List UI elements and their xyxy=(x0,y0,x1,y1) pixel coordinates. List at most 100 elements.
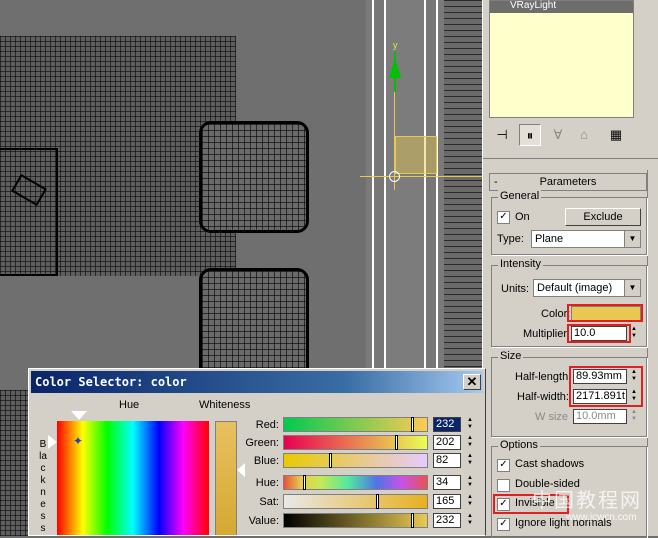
color-label: Color: xyxy=(541,308,571,320)
watermark-text: 中国教程网 xyxy=(532,488,642,512)
value-label: Value: xyxy=(248,515,279,527)
exclude-button[interactable]: Exclude xyxy=(565,208,641,226)
close-icon[interactable]: ✕ xyxy=(463,374,481,390)
object-list[interactable]: VRayLight xyxy=(489,0,634,118)
multiplier-field[interactable]: 10.0 xyxy=(571,326,627,341)
parameters-rollout-header[interactable]: - Parameters xyxy=(489,173,647,191)
size-label: Size xyxy=(498,350,524,362)
make-unique-icon[interactable]: ∀ xyxy=(547,124,569,146)
sat-field[interactable]: 165 xyxy=(433,494,461,509)
hue-label: Hue: xyxy=(255,477,279,489)
half-length-value: 89.93mm xyxy=(576,370,622,382)
picker-cursor-icon: ✦ xyxy=(73,434,84,448)
vraylight-plane[interactable] xyxy=(395,136,437,174)
pivot-circle xyxy=(389,171,400,182)
configure-modifier-sets-icon[interactable]: ▦ xyxy=(605,124,627,146)
red-field[interactable]: 232 xyxy=(433,417,461,432)
blackness-label: Blackness xyxy=(39,439,49,535)
sat-spinner[interactable]: ▲ ▼ xyxy=(465,494,475,509)
type-label: Type: xyxy=(497,233,524,245)
color-swatch[interactable] xyxy=(571,306,641,322)
multiplier-label: Multiplier: xyxy=(523,328,571,340)
whiteness-header: Whiteness xyxy=(199,399,251,411)
half-length-field[interactable]: 89.93mm xyxy=(573,369,627,384)
red-slider[interactable] xyxy=(283,417,428,432)
red-label: Red: xyxy=(255,419,279,431)
on-checkbox[interactable]: ✓ xyxy=(497,211,510,224)
value-field[interactable]: 232 xyxy=(433,513,461,528)
half-width-spinner[interactable]: ▲ ▼ xyxy=(629,389,639,404)
show-end-result-icon[interactable]: ⏸ xyxy=(519,124,541,146)
units-dropdown[interactable]: Default (image) ▼ xyxy=(533,279,641,297)
move-gizmo-arrow[interactable] xyxy=(389,58,401,78)
axis-label-y: y xyxy=(393,40,398,50)
blue-label: Blue: xyxy=(253,455,279,467)
remove-modifier-icon[interactable]: ⌂ xyxy=(573,124,595,146)
hue-slider[interactable] xyxy=(283,475,428,490)
rollout-title: Parameters xyxy=(539,176,597,188)
general-label: General xyxy=(498,190,542,202)
value-slider[interactable] xyxy=(283,513,428,528)
hue-field[interactable]: 34 xyxy=(433,475,461,490)
red-thumb[interactable] xyxy=(411,417,414,432)
value-spinner[interactable]: ▲ ▼ xyxy=(465,513,475,528)
dialog-title: Color Selector: color xyxy=(35,375,187,389)
wireframe-pad-lower xyxy=(199,268,309,380)
hue-spinner[interactable]: ▲ ▼ xyxy=(465,475,475,490)
blue-spinner[interactable]: ▲ ▼ xyxy=(465,453,475,468)
ignore-light-normals-checkbox[interactable]: ✓ xyxy=(497,518,510,531)
on-label: On xyxy=(515,211,530,223)
blue-thumb[interactable] xyxy=(329,453,332,468)
invisible-checkbox[interactable]: ✓ xyxy=(497,498,510,511)
room-outline xyxy=(0,148,58,276)
green-field[interactable]: 202 xyxy=(433,435,461,450)
wireframe-mesh-lower xyxy=(0,390,30,536)
hue-pointer-icon xyxy=(71,411,87,420)
red-spinner[interactable]: ▲ ▼ xyxy=(465,417,475,432)
whiteness-bar[interactable] xyxy=(215,421,237,535)
type-value: Plane xyxy=(535,233,564,245)
cast-shadows-checkbox[interactable]: ✓ xyxy=(497,459,510,472)
value-thumb[interactable] xyxy=(411,513,414,528)
double-sided-checkbox[interactable] xyxy=(497,479,510,492)
pin-stack-icon[interactable]: ⊣ xyxy=(491,124,513,146)
units-label: Units: xyxy=(501,283,530,295)
crosshair-horizontal xyxy=(360,176,482,177)
green-slider[interactable] xyxy=(283,435,428,450)
chevron-down-icon: ▼ xyxy=(624,280,640,296)
half-width-value: 2171.891t xyxy=(576,390,625,402)
multiplier-value: 10.0 xyxy=(574,327,596,339)
panel-toolbar: ⊣ ⏸ ∀ ⌂ ▦ xyxy=(489,124,653,146)
blackness-text: Blackness xyxy=(39,439,47,534)
rollout-scrollbar[interactable] xyxy=(647,170,658,536)
options-label: Options xyxy=(498,439,540,451)
blue-slider[interactable] xyxy=(283,453,428,468)
w-size-label: W size xyxy=(535,411,568,423)
w-size-value: 10.0mm xyxy=(576,410,616,422)
rollout-toggle: - xyxy=(494,176,498,188)
w-size-field: 10.0mm xyxy=(573,409,627,424)
half-width-label: Half-width: xyxy=(517,391,569,403)
green-thumb[interactable] xyxy=(395,435,398,450)
dialog-title-bar[interactable]: Color Selector: color ✕ xyxy=(31,371,483,393)
sat-slider[interactable] xyxy=(283,494,428,509)
wireframe-pad-upper xyxy=(199,121,309,233)
watermark: 中国教程网 www.jcwcn.com xyxy=(532,484,656,532)
cast-shadows-label: Cast shadows xyxy=(515,458,585,470)
sat-thumb[interactable] xyxy=(376,494,379,509)
whiteness-pointer-icon xyxy=(237,463,245,477)
blue-field[interactable]: 82 xyxy=(433,453,461,468)
green-label: Green: xyxy=(245,437,279,449)
half-length-label: Half-length: xyxy=(515,371,572,383)
half-width-field[interactable]: 2171.891t xyxy=(573,389,627,404)
watermark-url: www.jcwcn.com xyxy=(566,512,637,523)
type-dropdown[interactable]: Plane ▼ xyxy=(531,230,641,248)
w-size-spinner: ▲ ▼ xyxy=(629,409,639,424)
multiplier-spinner[interactable]: ▲ ▼ xyxy=(629,326,639,341)
object-list-selected[interactable]: VRayLight xyxy=(490,1,633,13)
intensity-label: Intensity xyxy=(498,258,543,270)
color-selector-dialog: Color Selector: color ✕ Hue Whiteness Bl… xyxy=(28,368,486,536)
half-length-spinner[interactable]: ▲ ▼ xyxy=(629,369,639,384)
hue-thumb[interactable] xyxy=(303,475,306,490)
green-spinner[interactable]: ▲ ▼ xyxy=(465,435,475,450)
